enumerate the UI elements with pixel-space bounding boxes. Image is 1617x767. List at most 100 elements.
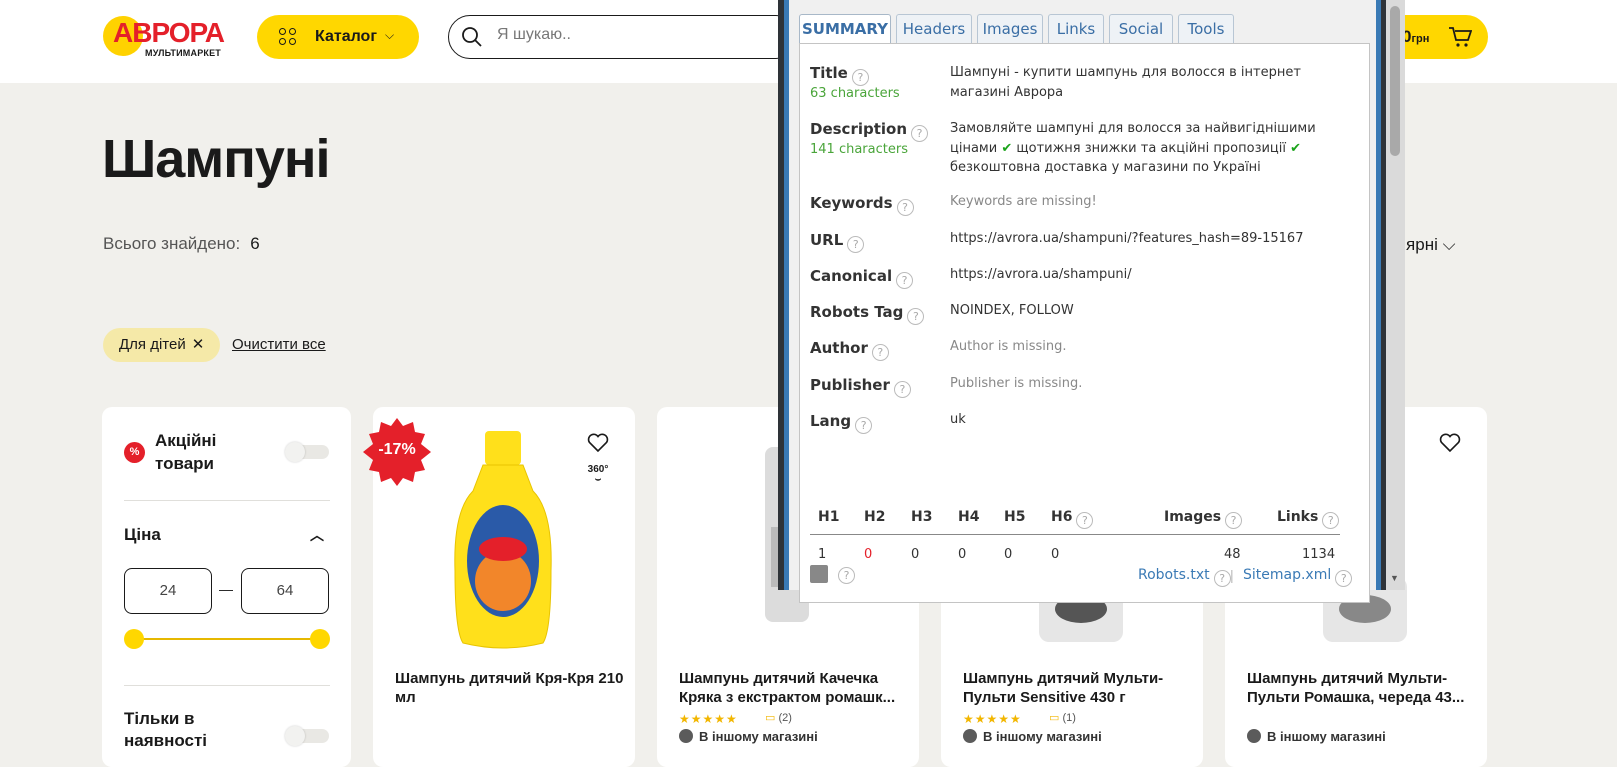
help-icon[interactable]: ? [1213, 570, 1231, 587]
images-header: Images? [1164, 509, 1243, 529]
help-icon[interactable]: ? [896, 272, 914, 289]
active-filter-chip[interactable]: Для дітей ✕ [103, 328, 221, 362]
seo-panel: SUMMARY Headers Images Links Social Tool… [789, 0, 1376, 603]
description-part-2: щотижня знижки та акційні пропозиції [1016, 140, 1286, 156]
h2-count: 0 [864, 547, 873, 562]
chevron-up-icon[interactable]: ︿ [310, 525, 324, 545]
trend-chart-icon[interactable] [810, 565, 828, 583]
review-count-value: (1) [1062, 712, 1076, 724]
help-icon[interactable]: ? [1076, 512, 1094, 529]
cart-currency: грн [1411, 33, 1430, 45]
help-icon[interactable]: ? [855, 417, 873, 434]
check-icon: ✔ [1001, 140, 1013, 156]
seo-popup-frame: SUMMARY Headers Images Links Social Tool… [784, 0, 1381, 603]
scroll-down-arrow-icon[interactable]: ▼ [1390, 573, 1399, 583]
grid-icon [279, 28, 297, 46]
review-count[interactable]: ▭ (2) [765, 711, 792, 724]
search-icon [462, 27, 482, 47]
tab-headers[interactable]: Headers [896, 14, 972, 44]
heart-icon[interactable] [587, 433, 609, 453]
logo[interactable]: АВРОРА МУЛЬТИМАРКЕТ [103, 14, 231, 60]
help-icon[interactable]: ? [871, 344, 889, 361]
store-icon [963, 729, 977, 743]
author-value: Author is missing. [950, 339, 1067, 354]
price-slider-track[interactable] [132, 638, 320, 640]
catalog-button[interactable]: Каталог ⌵ [257, 15, 419, 59]
divider [810, 534, 1340, 535]
chevron-down-icon: ⌵ [1442, 235, 1456, 254]
sitemap-label: Sitemap.xml [1243, 567, 1332, 583]
url-value[interactable]: https://avrora.ua/shampuni/?features_has… [950, 229, 1330, 249]
keywords-label: Keywords [810, 194, 893, 212]
catalog-label: Каталог [315, 28, 377, 45]
logo-subtitle: МУЛЬТИМАРКЕТ [145, 48, 221, 58]
review-count[interactable]: ▭ (1) [1049, 711, 1076, 724]
product-name[interactable]: Шампунь дитячий Мульти-Пульти Ромашка, ч… [1247, 669, 1477, 707]
availability-text: В іншому магазині [1267, 729, 1386, 744]
filters-panel: % Акційні товари Ціна ︿ 24 — 64 Тільки в… [102, 407, 351, 767]
clear-all-link[interactable]: Очистити все [232, 336, 326, 353]
lang-value: uk [950, 412, 966, 427]
canonical-label: Canonical [810, 267, 893, 285]
h3-header: H3 [911, 509, 933, 525]
cart-icon [1449, 27, 1472, 47]
tab-links[interactable]: Links [1048, 14, 1104, 44]
tab-summary[interactable]: SUMMARY [799, 14, 891, 45]
product-card[interactable]: -17% 360° ⌣ Шампунь дитячий Кря-Кря 210 м… [363, 407, 635, 767]
h1-count: 1 [818, 547, 827, 562]
view-360-icon[interactable]: 360° ⌣ [583, 465, 613, 485]
availability: В іншому магазині [679, 729, 818, 744]
chevron-down-icon: ⌵ [385, 28, 395, 42]
robots-txt-link[interactable]: Robots.txt? [1138, 567, 1231, 587]
help-icon[interactable]: ? [911, 125, 929, 142]
help-icon[interactable]: ? [1335, 570, 1353, 587]
heart-icon[interactable] [1439, 433, 1461, 453]
product-name[interactable]: Шампунь дитячий Кря-Кря 210 мл [395, 669, 625, 707]
tab-tools[interactable]: Tools [1178, 14, 1234, 44]
sitemap-link[interactable]: Sitemap.xml? [1243, 567, 1353, 587]
product-name[interactable]: Шампунь дитячий Качечка Кряка з екстракт… [679, 669, 909, 707]
h3-count: 0 [911, 547, 920, 562]
links-header: Links? [1277, 509, 1340, 529]
search-input[interactable] [497, 26, 777, 44]
rating-stars: ★★★★★ [679, 712, 738, 726]
product-name[interactable]: Шампунь дитячий Мульти-Пульти Sensitive … [963, 669, 1193, 707]
help-icon[interactable]: ? [847, 236, 865, 253]
scrollbar-thumb[interactable] [1390, 6, 1400, 156]
help-icon[interactable]: ? [893, 381, 911, 398]
summary-sheet: Title? 63 characters Шампуні - купити ша… [799, 43, 1370, 603]
availability: В іншому магазині [1247, 729, 1386, 744]
title-value: Шампуні - купити шампунь для волосся в і… [950, 65, 1301, 100]
help-icon[interactable]: ? [907, 308, 925, 325]
price-slider-min-handle[interactable] [124, 629, 144, 649]
canonical-value[interactable]: https://avrora.ua/shampuni/ [950, 265, 1330, 285]
url-label: URL [810, 231, 844, 249]
close-icon[interactable]: ✕ [192, 336, 205, 353]
price-min-input[interactable]: 24 [124, 568, 212, 614]
availability: В іншому магазині [963, 729, 1102, 744]
price-max-input[interactable]: 64 [241, 568, 329, 614]
tab-images[interactable]: Images [977, 14, 1043, 44]
price-slider-max-handle[interactable] [310, 629, 330, 649]
help-icon[interactable]: ? [896, 199, 914, 216]
promo-toggle[interactable] [285, 442, 329, 462]
availability-text: В іншому магазині [699, 729, 818, 744]
help-icon[interactable]: ? [1225, 512, 1243, 529]
product-image [454, 431, 552, 649]
help-icon[interactable]: ? [838, 567, 855, 584]
publisher-row-label: Publisher? [810, 376, 911, 398]
keywords-row-label: Keywords? [810, 194, 914, 216]
description-row-label: Description? [810, 120, 929, 142]
seo-scrollbar[interactable]: ▼ [1386, 0, 1405, 590]
tab-social[interactable]: Social [1109, 14, 1173, 44]
h2-header: H2 [864, 509, 886, 525]
help-icon[interactable]: ? [851, 69, 869, 86]
discount-badge: -17% [363, 418, 431, 486]
stock-toggle[interactable] [285, 726, 329, 746]
percent-icon: % [124, 442, 145, 463]
found-value: 6 [250, 234, 260, 253]
help-icon[interactable]: ? [1322, 512, 1340, 529]
publisher-label: Publisher [810, 376, 890, 394]
page-title: Шампуні [102, 129, 331, 189]
links-label: Links [1277, 509, 1319, 525]
